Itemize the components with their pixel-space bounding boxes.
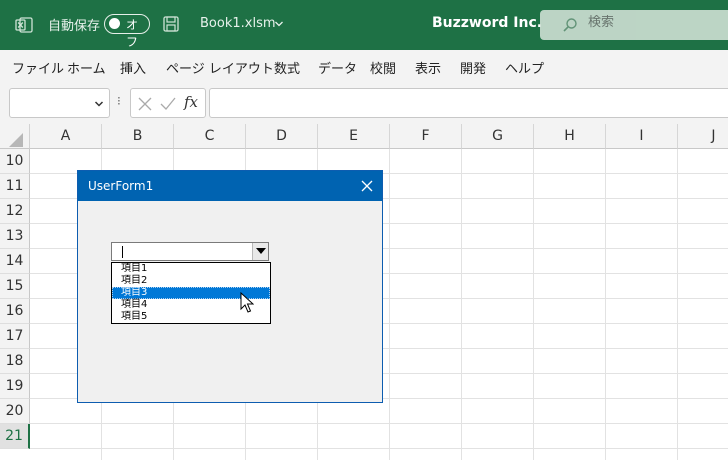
column-header[interactable]: J bbox=[678, 124, 728, 149]
grid-line bbox=[461, 149, 462, 460]
autosave-label: 自動保存 bbox=[48, 19, 101, 34]
row-header[interactable]: 16 bbox=[0, 299, 30, 324]
grid-line bbox=[677, 149, 678, 460]
menu-formulas[interactable]: 数式 bbox=[274, 58, 300, 77]
excel-app-icon bbox=[15, 17, 33, 33]
column-header[interactable]: B bbox=[102, 124, 174, 149]
menu-home[interactable]: ホーム bbox=[67, 58, 106, 77]
row-header-active[interactable]: 21 bbox=[0, 424, 30, 449]
grid-line bbox=[389, 149, 390, 460]
dropdown-arrow-icon bbox=[256, 248, 266, 254]
row-header[interactable]: 18 bbox=[0, 349, 30, 374]
row-header[interactable]: 14 bbox=[0, 249, 30, 274]
text-caret bbox=[122, 246, 123, 258]
combo-box[interactable] bbox=[111, 242, 269, 261]
userform-title: UserForm1 bbox=[88, 179, 154, 193]
file-name[interactable]: Book1.xlsm bbox=[200, 16, 276, 31]
toggle-knob bbox=[109, 18, 120, 29]
title-bar: 自動保存 オフ Book1.xlsm Buzzword Inc. bbox=[0, 0, 728, 50]
menu-help[interactable]: ヘルプ bbox=[505, 58, 544, 77]
column-header[interactable]: H bbox=[534, 124, 606, 149]
row-header[interactable]: 17 bbox=[0, 324, 30, 349]
column-header[interactable]: A bbox=[30, 124, 102, 149]
row-header[interactable]: 15 bbox=[0, 274, 30, 299]
row-header[interactable]: 13 bbox=[0, 224, 30, 249]
menu-file[interactable]: ファイル bbox=[12, 58, 64, 77]
menu-data[interactable]: データ bbox=[318, 58, 357, 77]
menu-insert[interactable]: 挿入 bbox=[120, 58, 146, 77]
autosave-state: オフ bbox=[126, 18, 139, 49]
row-header[interactable]: 19 bbox=[0, 374, 30, 399]
column-header[interactable]: E bbox=[318, 124, 390, 149]
insert-function-button[interactable]: fx bbox=[184, 93, 198, 111]
list-item[interactable]: 項目2 bbox=[112, 275, 270, 287]
select-all-triangle-icon bbox=[9, 133, 23, 147]
mouse-pointer-icon bbox=[240, 292, 254, 313]
grid-line bbox=[30, 423, 728, 424]
userform-title-bar[interactable]: UserForm1 bbox=[78, 171, 382, 201]
cancel-icon[interactable] bbox=[138, 97, 152, 111]
search-input[interactable] bbox=[588, 15, 718, 30]
name-box[interactable] bbox=[9, 88, 110, 118]
row-header[interactable]: 11 bbox=[0, 174, 30, 199]
column-header[interactable]: D bbox=[246, 124, 318, 149]
ribbon-menu: ファイル ホーム 挿入 ページ レイアウト 数式 データ 校閲 表示 開発 ヘル… bbox=[0, 50, 728, 82]
menu-review[interactable]: 校閲 bbox=[370, 58, 396, 77]
checkmark-icon[interactable] bbox=[160, 97, 176, 111]
column-header[interactable]: C bbox=[174, 124, 246, 149]
combo-dropdown-button[interactable] bbox=[252, 243, 268, 260]
column-header[interactable]: F bbox=[390, 124, 462, 149]
company-name: Buzzword Inc. bbox=[432, 15, 543, 31]
chevron-down-icon[interactable] bbox=[94, 99, 104, 109]
formula-bar: ⁝ fx bbox=[0, 82, 728, 124]
row-header[interactable]: 20 bbox=[0, 399, 30, 424]
grid-line bbox=[605, 149, 606, 460]
menu-view[interactable]: 表示 bbox=[415, 58, 441, 77]
userform-dialog: UserForm1 項目1 項目2 項目3 項目4 項目5 bbox=[77, 170, 383, 403]
search-icon bbox=[563, 18, 577, 32]
row-header[interactable]: 12 bbox=[0, 199, 30, 224]
column-header[interactable]: I bbox=[606, 124, 678, 149]
menu-developer[interactable]: 開発 bbox=[460, 58, 486, 77]
excel-window: 自動保存 オフ Book1.xlsm Buzzword Inc. ファイル ホー… bbox=[0, 0, 728, 460]
grid-line bbox=[533, 149, 534, 460]
row-header[interactable]: 10 bbox=[0, 149, 30, 174]
formula-input[interactable] bbox=[209, 88, 728, 118]
formula-bar-resize-handle[interactable]: ⁝ bbox=[117, 94, 121, 108]
chevron-down-icon[interactable] bbox=[274, 19, 284, 29]
column-header[interactable]: G bbox=[462, 124, 534, 149]
select-all-button[interactable] bbox=[0, 124, 30, 149]
autosave-toggle[interactable]: オフ bbox=[104, 14, 150, 49]
close-icon[interactable] bbox=[352, 171, 382, 201]
grid-line bbox=[30, 448, 728, 449]
search-box[interactable] bbox=[540, 10, 728, 40]
menu-page-layout[interactable]: ページ レイアウト bbox=[166, 58, 274, 77]
formula-buttons: fx bbox=[130, 88, 206, 118]
save-icon[interactable] bbox=[162, 15, 180, 33]
list-item[interactable]: 項目1 bbox=[112, 263, 270, 275]
